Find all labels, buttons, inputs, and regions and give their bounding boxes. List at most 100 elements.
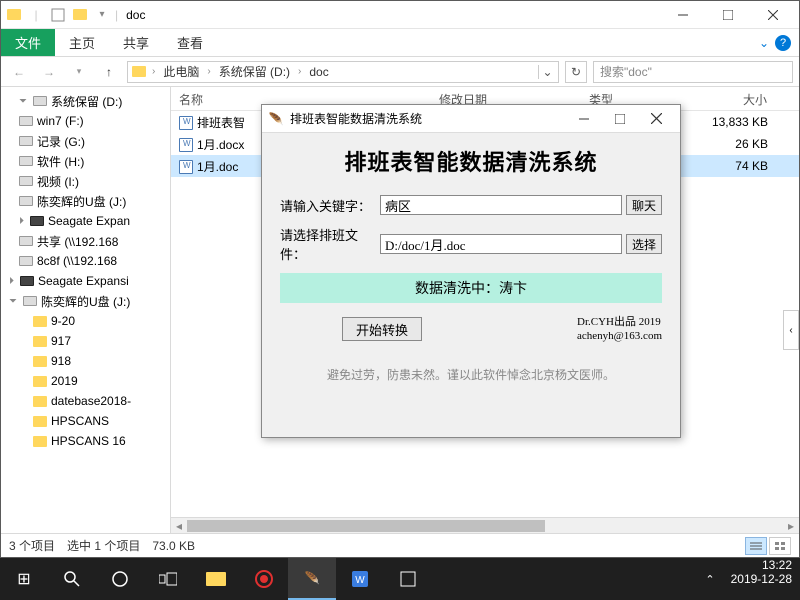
tree-label: Seagate Expansi bbox=[38, 274, 129, 288]
nav-forward-button[interactable]: → bbox=[37, 60, 61, 84]
app-dialog: 🪶 排班表智能数据清洗系统 排班表智能数据清洗系统 请输入关键字： 聊天 请选择… bbox=[261, 104, 681, 438]
crumb-2[interactable]: doc bbox=[305, 65, 332, 79]
file-input[interactable] bbox=[380, 234, 622, 254]
ribbon-expand-icon[interactable]: ⌄ bbox=[759, 36, 769, 50]
cortana-icon[interactable] bbox=[96, 558, 144, 600]
taskbar-wps[interactable]: W bbox=[336, 558, 384, 600]
folder-icon bbox=[33, 334, 47, 348]
tree-item[interactable]: 系统保留 (D:) bbox=[1, 91, 170, 111]
scroll-right-icon[interactable]: ▸ bbox=[783, 518, 799, 533]
tree-label: 系统保留 (D:) bbox=[51, 93, 122, 110]
tree-label: HPSCANS 16 bbox=[51, 434, 126, 448]
folder-small-icon[interactable] bbox=[71, 6, 89, 24]
tree-item[interactable]: 8c8f (\\192.168 bbox=[1, 251, 170, 271]
titlebar: | ▾ | doc bbox=[1, 1, 799, 29]
tree-item[interactable]: HPSCANS 16 bbox=[1, 431, 170, 451]
preview-pane-toggle[interactable]: ‹ bbox=[783, 310, 799, 350]
status-size: 73.0 KB bbox=[152, 539, 195, 553]
folder-icon bbox=[33, 434, 47, 448]
taskbar-python[interactable]: 🪶 bbox=[288, 558, 336, 600]
credits: Dr.CYH出品 2019 achenyh@163.com bbox=[577, 315, 662, 344]
taskbar-record[interactable] bbox=[240, 558, 288, 600]
tree-item[interactable]: HPSCANS bbox=[1, 411, 170, 431]
tree-item[interactable]: Seagate Expan bbox=[1, 211, 170, 231]
tab-share[interactable]: 共享 bbox=[109, 29, 163, 56]
system-tray[interactable]: ⌃ bbox=[697, 558, 722, 600]
tree-item[interactable]: 共享 (\\192.168 bbox=[1, 231, 170, 251]
tree-item[interactable]: 917 bbox=[1, 331, 170, 351]
close-button[interactable] bbox=[750, 1, 795, 29]
tree-item[interactable]: datebase2018- bbox=[1, 391, 170, 411]
qat-dropdown-icon[interactable]: ▾ bbox=[93, 6, 111, 24]
keyword-input[interactable] bbox=[380, 195, 622, 215]
keyword-chat-button[interactable]: 聊天 bbox=[626, 195, 662, 215]
file-label: 请选择排班文件： bbox=[280, 225, 380, 263]
footer-note: 避免过劳，防患未然。谨以此软件悼念北京杨文医师。 bbox=[280, 366, 662, 383]
drive-icon bbox=[19, 134, 33, 148]
minimize-button[interactable] bbox=[660, 1, 705, 29]
scroll-left-icon[interactable]: ◂ bbox=[171, 518, 187, 533]
help-icon[interactable]: ? bbox=[775, 35, 791, 51]
dialog-minimize-button[interactable] bbox=[566, 106, 602, 132]
tree-label: 917 bbox=[51, 334, 71, 348]
tree-item[interactable]: 陈奕辉的U盘 (J:) bbox=[1, 291, 170, 311]
tree-label: Seagate Expan bbox=[48, 214, 130, 228]
qat-divider: | bbox=[27, 6, 45, 24]
horizontal-scrollbar[interactable]: ◂ ▸ bbox=[171, 517, 799, 533]
tree-item[interactable]: 软件 (H:) bbox=[1, 151, 170, 171]
tree-item[interactable]: 918 bbox=[1, 351, 170, 371]
drive-icon bbox=[19, 254, 33, 268]
tree-item[interactable]: 视频 (I:) bbox=[1, 171, 170, 191]
taskbar-clock[interactable]: 13:22 2019-12-28 bbox=[723, 558, 800, 600]
address-box[interactable]: › 此电脑 › 系统保留 (D:) › doc ⌄ bbox=[127, 61, 559, 83]
properties-icon[interactable] bbox=[49, 6, 67, 24]
tree-item[interactable]: 9-20 bbox=[1, 311, 170, 331]
nav-tree[interactable]: 系统保留 (D:) win7 (F:) 记录 (G:)软件 (H:)视频 (I:) 陈… bbox=[1, 87, 171, 533]
search-icon[interactable] bbox=[48, 558, 96, 600]
tree-label: 陈奕辉的U盘 (J:) bbox=[41, 293, 130, 310]
maximize-button[interactable] bbox=[705, 1, 750, 29]
taskbar: ⊞ 🪶 W ⌃ 13:22 2019-12-28 bbox=[0, 558, 800, 600]
refresh-button[interactable]: ↻ bbox=[565, 61, 587, 83]
doc-icon bbox=[179, 138, 193, 152]
crumb-1[interactable]: 系统保留 (D:) bbox=[215, 63, 294, 80]
taskbar-explorer[interactable] bbox=[192, 558, 240, 600]
address-dropdown-icon[interactable]: ⌄ bbox=[538, 65, 556, 79]
file-select-button[interactable]: 选择 bbox=[626, 234, 662, 254]
taskbar-app[interactable] bbox=[384, 558, 432, 600]
tree-label: 记录 (G:) bbox=[37, 133, 85, 150]
tree-label: 陈奕辉的U盘 (J:) bbox=[37, 193, 126, 210]
tree-label: 9-20 bbox=[51, 314, 75, 328]
tab-home[interactable]: 主页 bbox=[55, 29, 109, 56]
drive-icon bbox=[19, 154, 33, 168]
crumb-0[interactable]: 此电脑 bbox=[159, 63, 203, 80]
col-size[interactable]: 大小 bbox=[696, 87, 776, 110]
folder-icon bbox=[33, 414, 47, 428]
start-button[interactable]: ⊞ bbox=[0, 558, 48, 600]
tray-up-icon[interactable]: ⌃ bbox=[705, 573, 714, 586]
folder-icon bbox=[33, 394, 47, 408]
tree-label: win7 (F:) bbox=[37, 114, 84, 128]
drive-icon bbox=[23, 294, 37, 308]
tree-item[interactable]: 记录 (G:) bbox=[1, 131, 170, 151]
nav-back-button[interactable]: ← bbox=[7, 60, 31, 84]
start-button[interactable]: 开始转换 bbox=[342, 317, 422, 341]
window-title: doc bbox=[122, 8, 145, 22]
dialog-close-button[interactable] bbox=[638, 106, 674, 132]
feather-icon: 🪶 bbox=[268, 111, 284, 127]
tab-view[interactable]: 查看 bbox=[163, 29, 217, 56]
tree-item[interactable]: Seagate Expansi bbox=[1, 271, 170, 291]
tree-item[interactable]: 2019 bbox=[1, 371, 170, 391]
tree-item[interactable]: 陈奕辉的U盘 (J:) bbox=[1, 191, 170, 211]
tree-item[interactable]: win7 (F:) bbox=[1, 111, 170, 131]
nav-recent-button[interactable]: ▾ bbox=[67, 60, 91, 84]
view-icons-button[interactable] bbox=[769, 537, 791, 555]
nav-up-button[interactable]: ↑ bbox=[97, 60, 121, 84]
folder-icon bbox=[5, 6, 23, 24]
tab-file[interactable]: 文件 bbox=[1, 29, 55, 56]
search-input[interactable]: 搜索"doc" bbox=[593, 61, 793, 83]
taskview-icon[interactable] bbox=[144, 558, 192, 600]
view-details-button[interactable] bbox=[745, 537, 767, 555]
ribbon-tabs: 文件 主页 共享 查看 ⌄ ? bbox=[1, 29, 799, 57]
dialog-maximize-button[interactable] bbox=[602, 106, 638, 132]
